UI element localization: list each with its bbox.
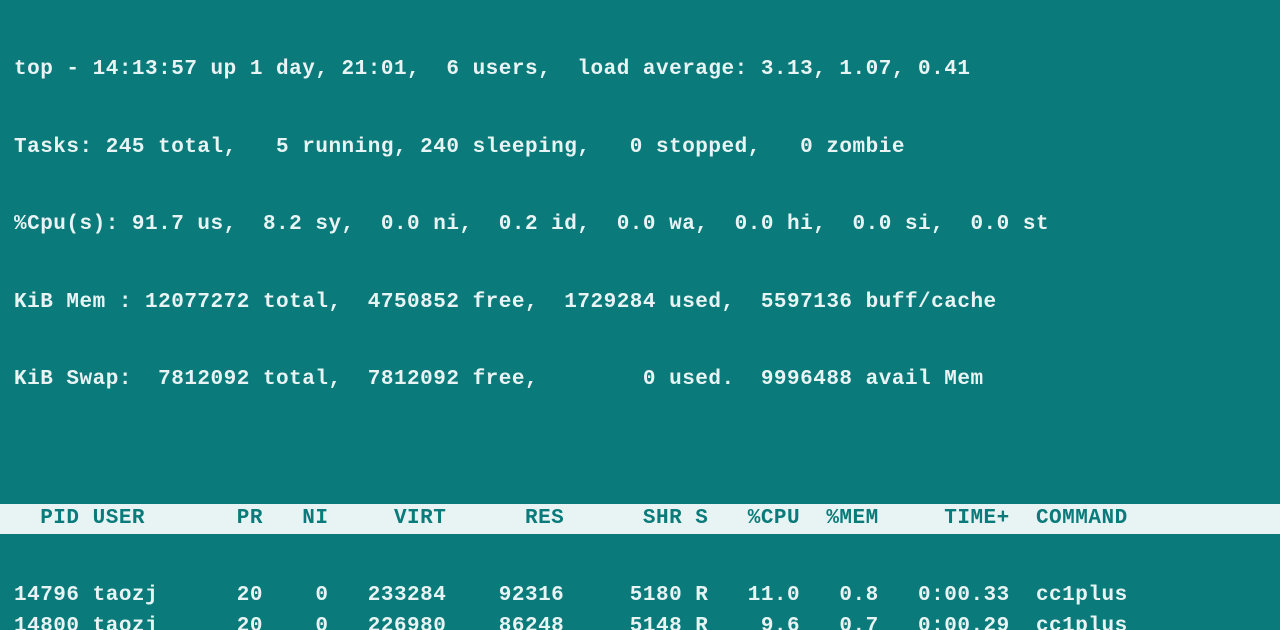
process-header-row: PID USER PR NI VIRT RES SHR S %CPU %MEM … bbox=[0, 504, 1280, 534]
summary-line-3: %Cpu(s): 91.7 us, 8.2 sy, 0.0 ni, 0.2 id… bbox=[14, 209, 1266, 241]
summary-line-4: KiB Mem : 12077272 total, 4750852 free, … bbox=[14, 287, 1266, 319]
process-table-body: 14796 taozj 20 0 233284 92316 5180 R 11.… bbox=[14, 580, 1266, 630]
process-row: 14796 taozj 20 0 233284 92316 5180 R 11.… bbox=[14, 580, 1266, 612]
summary-line-2: Tasks: 245 total, 5 running, 240 sleepin… bbox=[14, 132, 1266, 164]
summary-line-5: KiB Swap: 7812092 total, 7812092 free, 0… bbox=[14, 364, 1266, 396]
blank-line bbox=[14, 442, 1266, 458]
summary-line-1: top - 14:13:57 up 1 day, 21:01, 6 users,… bbox=[14, 54, 1266, 86]
terminal[interactable]: top - 14:13:57 up 1 day, 21:01, 6 users,… bbox=[0, 0, 1280, 630]
process-row: 14800 taozj 20 0 226980 86248 5148 R 9.6… bbox=[14, 611, 1266, 630]
